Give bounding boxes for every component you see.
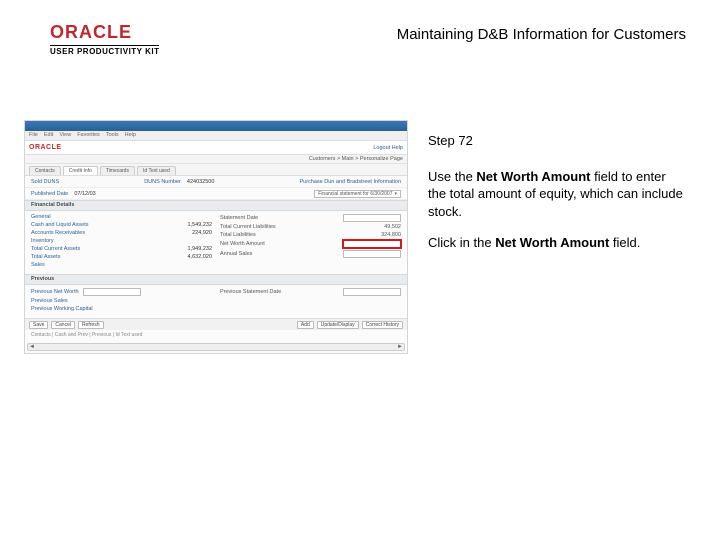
field-name-bold: Net Worth Amount [476, 169, 590, 184]
duns-row: Sold DUNS DUNS Number 424032500 Purchase… [25, 176, 407, 188]
page-header: ORACLE USER PRODUCTIVITY KIT Maintaining… [50, 22, 686, 56]
field-label: Annual Sales [220, 251, 252, 257]
field-label: Statement Date [220, 215, 258, 221]
published-date-label: Published Date [31, 191, 68, 197]
ledger-val [160, 214, 212, 220]
ledger-key: Accounts Receivables [31, 230, 156, 236]
sold-duns-label: Sold DUNS [31, 179, 59, 185]
menu-item[interactable]: Tools [106, 132, 119, 139]
breadcrumb-row: Customers > Main > Personalize Page [25, 155, 407, 164]
scroll-left-icon[interactable]: ◄ [28, 344, 36, 350]
net-worth-amount-label: Net Worth Amount [220, 241, 265, 247]
field-label: Total Liabilities [220, 232, 256, 238]
menu-item[interactable]: Edit [44, 132, 53, 139]
right-column: Statement Date Total Current Liabilities… [220, 214, 401, 268]
prev-left: Previous Net Worth Previous Sales Previo… [31, 288, 212, 312]
ledger-val: 1,949,232 [160, 246, 212, 252]
previous-section: Previous [25, 274, 407, 285]
menu-item[interactable]: Help [125, 132, 136, 139]
ledger-key: Sales [31, 262, 156, 268]
menu-item[interactable]: View [59, 132, 71, 139]
field-label: Total Current Liabilities [220, 224, 276, 230]
oracle-logo-subtitle: USER PRODUCTIVITY KIT [50, 45, 159, 56]
prev-statement-date-label: Previous Statement Date [220, 289, 281, 295]
duns-number-value: 424032500 [187, 179, 215, 185]
refresh-button[interactable]: Refresh [78, 321, 104, 329]
published-date-value: 07/12/03 [74, 191, 95, 197]
ledger-val: 224,920 [160, 230, 212, 236]
browser-menubar: File Edit View Favorites Tools Help [25, 131, 407, 141]
previous-body: Previous Net Worth Previous Sales Previo… [25, 285, 407, 318]
nav-right-links[interactable]: Logout Help [373, 145, 403, 151]
prev-right: Previous Statement Date [220, 288, 401, 312]
ledger-key: General [31, 214, 156, 220]
tab-id-text[interactable]: Id Text used [137, 166, 176, 175]
step-label: Step 72 [428, 132, 686, 150]
left-ledger: General Cash and Liquid Assets1,549,232 … [31, 214, 212, 268]
bottom-toolbar: Save Cancel Refresh Add Update/Display C… [25, 318, 407, 330]
menu-item[interactable]: File [29, 132, 38, 139]
tab-timecards[interactable]: Timecards [100, 166, 135, 175]
oracle-logo-text: ORACLE [50, 22, 159, 43]
instruction-paragraph-1: Use the Net Worth Amount field to enter … [428, 168, 686, 221]
field-value: 49,502 [384, 224, 401, 230]
prev-statement-date-field[interactable] [343, 288, 401, 296]
embedded-screenshot: File Edit View Favorites Tools Help ORAC… [24, 120, 408, 354]
left-column: General Cash and Liquid Assets1,549,232 … [31, 214, 212, 268]
oracle-logo: ORACLE USER PRODUCTIVITY KIT [50, 22, 159, 56]
horizontal-scrollbar[interactable]: ◄ ► [27, 343, 405, 351]
ledger-val: 4,632,020 [160, 254, 212, 260]
financial-body: General Cash and Liquid Assets1,549,232 … [25, 211, 407, 274]
published-row: Published Date 07/12/03 Financial statem… [25, 188, 407, 200]
net-worth-amount-field[interactable] [343, 240, 401, 248]
cancel-button[interactable]: Cancel [51, 321, 75, 329]
annual-sales-field[interactable] [343, 250, 401, 258]
save-button[interactable]: Save [29, 321, 48, 329]
duns-number-label: DUNS Number [144, 179, 181, 185]
menu-item[interactable]: Favorites [77, 132, 100, 139]
breadcrumb[interactable]: Customers > Main > Personalize Page [309, 156, 403, 162]
ledger-key: Previous Sales [31, 298, 156, 304]
brand-row: ORACLE Logout Help [25, 141, 407, 155]
ledger-val [160, 238, 212, 244]
scroll-right-icon[interactable]: ► [396, 344, 404, 350]
ledger-key: Inventory [31, 238, 156, 244]
prev-net-worth-label: Previous Net Worth [31, 289, 79, 295]
field-value: 324,800 [381, 232, 401, 238]
ledger-key: Cash and Liquid Assets [31, 222, 156, 228]
ledger-val: 1,549,232 [160, 222, 212, 228]
tab-credit-info[interactable]: Credit Info [63, 166, 98, 175]
window-titlebar [25, 121, 407, 131]
tabstrip: Contacts Credit Info Timecards Id Text u… [25, 164, 407, 176]
footer-links[interactable]: Contacts | Cash and Prev | Previous | Id… [25, 330, 407, 340]
prev-net-worth-field[interactable] [83, 288, 141, 296]
oracle-mini-logo: ORACLE [29, 144, 62, 151]
field-name-bold: Net Worth Amount [495, 235, 609, 250]
statement-select[interactable]: Financial statement for 6/30/2007 [314, 190, 401, 198]
update-display-button[interactable]: Update/Display [317, 321, 359, 329]
add-button[interactable]: Add [297, 321, 314, 329]
ledger-key: Total Current Assets [31, 246, 156, 252]
instruction-paragraph-2: Click in the Net Worth Amount field. [428, 234, 686, 252]
statement-date-field[interactable] [343, 214, 401, 222]
ledger-key: Previous Working Capital [31, 306, 156, 312]
ledger-key: Total Assets [31, 254, 156, 260]
purchase-link[interactable]: Purchase Dun and Bradstreet Information [300, 179, 402, 185]
financial-details-section: Financial Details [25, 200, 407, 211]
page-title: Maintaining D&B Information for Customer… [397, 26, 686, 43]
ledger-val [160, 262, 212, 268]
correct-history-button[interactable]: Correct History [362, 321, 403, 329]
instruction-panel: Step 72 Use the Net Worth Amount field t… [428, 132, 686, 266]
tab-contacts[interactable]: Contacts [29, 166, 61, 175]
